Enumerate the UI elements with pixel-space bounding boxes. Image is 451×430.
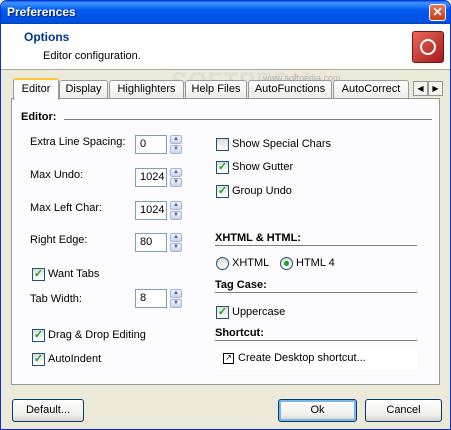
max-left-char-input[interactable]: 1024: [135, 201, 167, 220]
checkmark-icon: ✓: [33, 268, 44, 280]
spin-up-icon[interactable]: ▲: [170, 233, 182, 242]
title-bar[interactable]: Preferences ✕: [1, 1, 450, 24]
max-undo-label: Max Undo:: [30, 169, 84, 181]
options-icon: [412, 31, 444, 63]
tab-width-input[interactable]: 8: [135, 289, 167, 308]
uppercase-label: Uppercase: [232, 306, 286, 318]
tab-highlighters[interactable]: Highlighters: [109, 80, 184, 98]
uppercase-checkbox[interactable]: ✓: [216, 306, 229, 319]
want-tabs-checkbox[interactable]: ✓: [32, 268, 45, 281]
create-shortcut-label: Create Desktop shortcut...: [238, 352, 366, 364]
tab-label: Highlighters: [117, 83, 176, 95]
auto-indent-checkbox[interactable]: ✓: [32, 353, 45, 366]
checkmark-icon: ✓: [33, 329, 44, 341]
tab-editor[interactable]: Editor: [13, 78, 59, 100]
auto-indent-label: AutoIndent: [48, 353, 102, 365]
tab-scroll-left-button[interactable]: ◀: [413, 81, 428, 96]
arrow-left-icon: ◀: [417, 84, 424, 93]
dialog-header: Options Editor configuration. SOFTPEDIA: [1, 24, 450, 95]
preferences-window: Preferences ✕ Options Editor configurati…: [0, 0, 451, 430]
tab-width-label: Tab Width:: [30, 293, 82, 305]
default-button[interactable]: Default...: [12, 399, 84, 422]
close-icon: ✕: [432, 5, 443, 19]
tab-label: Help Files: [191, 83, 241, 95]
shortcut-section-title: Shortcut:: [215, 327, 264, 339]
tab-label: AutoCorrect: [341, 83, 401, 95]
spin-up-icon[interactable]: ▲: [170, 168, 182, 177]
tab-label: AutoFunctions: [254, 83, 326, 95]
header-title: Options: [24, 30, 70, 44]
extra-line-spacing-spinner[interactable]: ▲ ▼: [170, 135, 182, 154]
checkmark-icon: ✓: [217, 306, 228, 318]
right-edge-label: Right Edge:: [30, 234, 88, 246]
extra-line-spacing-label: Extra Line Spacing:: [30, 136, 126, 148]
close-button[interactable]: ✕: [429, 4, 446, 21]
editor-panel: Editor: Extra Line Spacing: 0 ▲ ▼ Max Und…: [11, 98, 440, 385]
tab-label: Display: [65, 83, 102, 95]
group-undo-label: Group Undo: [232, 185, 292, 197]
drag-drop-label: Drag & Drop Editing: [48, 329, 146, 341]
xhtml-radio-label: XHTML: [232, 257, 270, 269]
spin-up-icon[interactable]: ▲: [170, 201, 182, 210]
section-divider: [215, 245, 417, 246]
group-undo-checkbox[interactable]: ✓: [216, 185, 229, 198]
max-undo-spinner[interactable]: ▲ ▼: [170, 168, 182, 187]
tab-autocorrect[interactable]: AutoCorrect: [333, 80, 409, 98]
tab-display[interactable]: Display: [59, 80, 108, 98]
html4-radio-label: HTML 4: [296, 257, 335, 269]
tab-label: Editor: [21, 83, 51, 95]
max-left-char-label: Max Left Char:: [30, 202, 103, 214]
tag-case-section-title: Tag Case:: [215, 279, 267, 291]
window-title: Preferences: [7, 5, 76, 19]
show-gutter-label: Show Gutter: [232, 161, 294, 173]
tab-scroll-right-button[interactable]: ▶: [428, 81, 443, 96]
spin-down-icon[interactable]: ▼: [170, 211, 182, 220]
create-shortcut-button[interactable]: ↗ Create Desktop shortcut...: [216, 349, 417, 369]
show-special-chars-label: Show Special Chars: [232, 138, 332, 150]
spin-down-icon[interactable]: ▼: [170, 299, 182, 308]
cancel-button[interactable]: Cancel: [365, 399, 442, 422]
right-edge-input[interactable]: 80: [135, 233, 167, 252]
spin-down-icon[interactable]: ▼: [170, 243, 182, 252]
right-edge-spinner[interactable]: ▲ ▼: [170, 233, 182, 252]
checkmark-icon: ✓: [217, 185, 228, 197]
section-divider: [64, 119, 432, 120]
want-tabs-label: Want Tabs: [48, 268, 100, 280]
extra-line-spacing-input[interactable]: 0: [135, 135, 167, 154]
drag-drop-checkbox[interactable]: ✓: [32, 329, 45, 342]
xhtml-section-title: XHTML & HTML:: [215, 232, 301, 244]
spin-up-icon[interactable]: ▲: [170, 289, 182, 298]
shortcut-arrow-icon: ↗: [223, 353, 234, 364]
checkmark-icon: ✓: [217, 161, 228, 173]
spin-down-icon[interactable]: ▼: [170, 178, 182, 187]
editor-section-title: Editor:: [21, 111, 57, 123]
show-special-chars-checkbox[interactable]: [216, 138, 229, 151]
max-undo-input[interactable]: 1024: [135, 168, 167, 187]
tab-help-files[interactable]: Help Files: [185, 80, 247, 98]
checkmark-icon: ✓: [33, 353, 44, 365]
show-gutter-checkbox[interactable]: ✓: [216, 161, 229, 174]
section-divider: [215, 340, 417, 341]
section-divider: [215, 292, 417, 293]
arrow-right-icon: ▶: [432, 84, 439, 93]
radio-selected-dot: [284, 261, 289, 266]
spin-down-icon[interactable]: ▼: [170, 145, 182, 154]
tab-width-spinner[interactable]: ▲ ▼: [170, 289, 182, 308]
html4-radio[interactable]: [280, 257, 293, 270]
header-subtitle: Editor configuration.: [43, 50, 141, 62]
spin-up-icon[interactable]: ▲: [170, 135, 182, 144]
max-left-char-spinner[interactable]: ▲ ▼: [170, 201, 182, 220]
tab-autofunctions[interactable]: AutoFunctions: [248, 80, 332, 98]
ok-button[interactable]: Ok: [278, 399, 357, 422]
xhtml-radio[interactable]: [216, 257, 229, 270]
